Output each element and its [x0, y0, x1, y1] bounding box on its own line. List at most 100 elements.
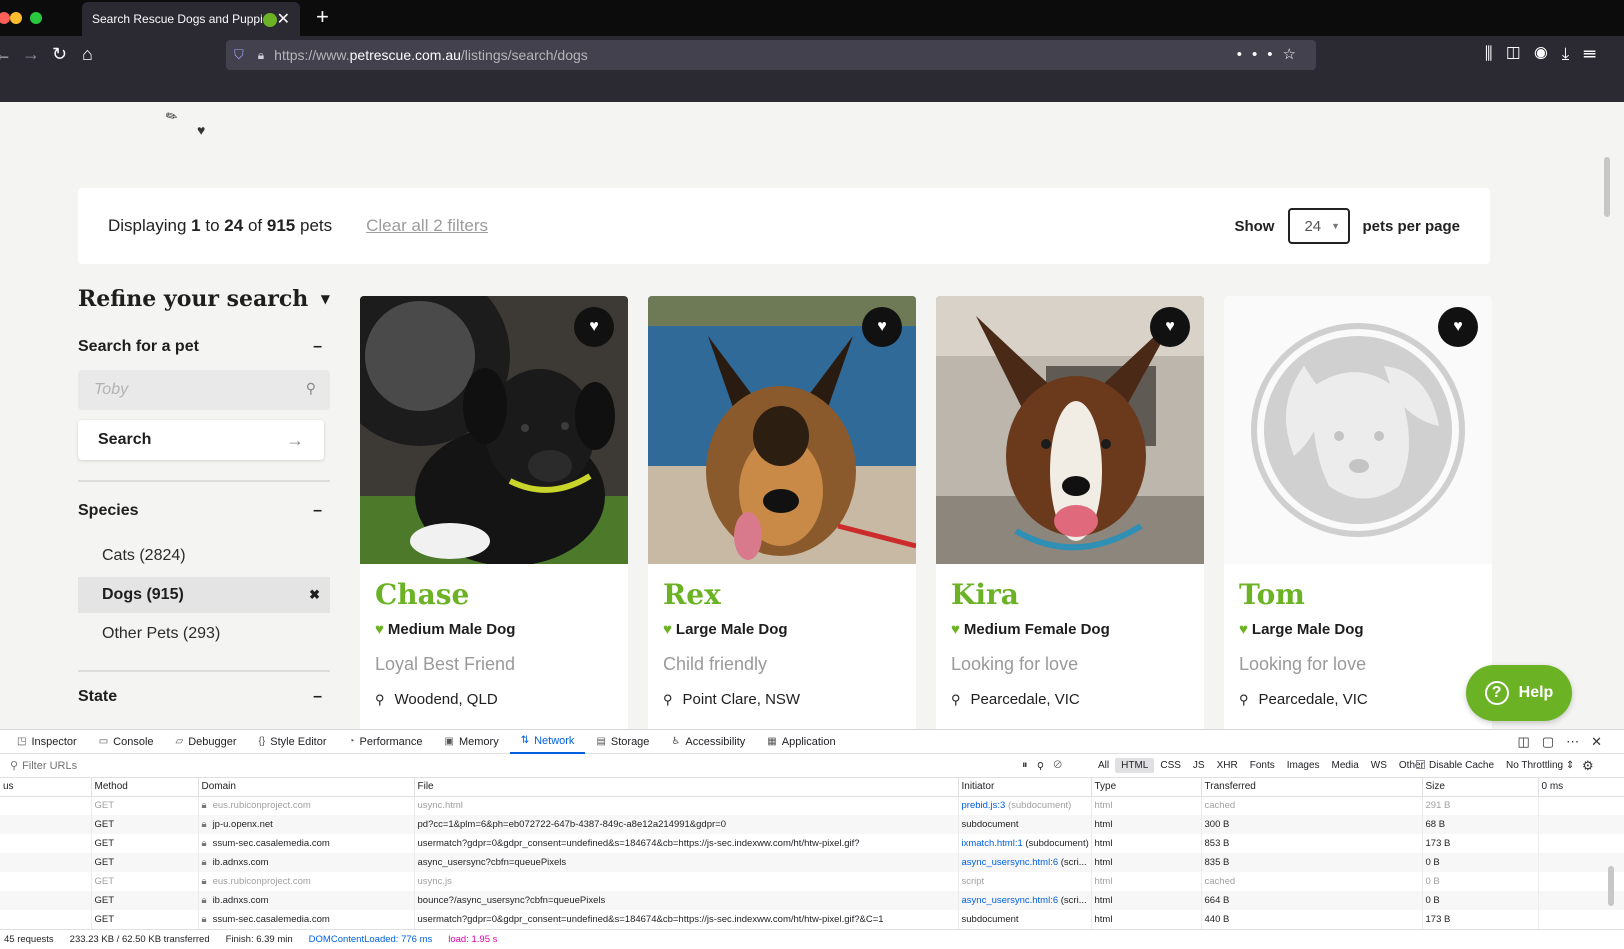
home-icon[interactable]: ⌂	[82, 44, 93, 65]
minimize-window-button[interactable]	[10, 12, 22, 24]
table-row[interactable]: GET 🔒︎ eus.rubiconproject.com usync.html pre…	[0, 796, 1624, 815]
tab-performance[interactable]: ◔ Performance	[337, 730, 433, 754]
new-tab-button[interactable]: +	[316, 4, 329, 30]
pet-card[interactable]: ♥ Tom ♥ Large Male Dog Looking for love ⚲…	[1224, 296, 1492, 729]
initiator-cell[interactable]: async_usersync.html:6 (scri...	[958, 891, 1092, 910]
tab-network[interactable]: ⇅ Network	[509, 730, 586, 754]
pet-photo[interactable]: ♥	[360, 296, 628, 564]
favourite-heart-button[interactable]: ♥	[1438, 307, 1478, 347]
pause-search-clear-icons[interactable]: ⏸⚲⊘	[1022, 759, 1072, 772]
toolbar-icons[interactable]: ⫼◫◉⤓☰	[1485, 44, 1610, 64]
pet-card[interactable]: ♥ Chase ♥ Medium Male Dog Loyal Best Frie…	[360, 296, 628, 729]
pet-photo[interactable]: ♥	[936, 296, 1204, 564]
table-row[interactable]: GET 🔒︎ ssum-sec.casalemedia.com usermatch?g…	[0, 910, 1624, 929]
filter-all[interactable]: All	[1092, 758, 1115, 773]
initiator-cell[interactable]: subdocument	[958, 815, 1092, 834]
back-icon[interactable]: ←	[0, 44, 12, 65]
close-window-button[interactable]	[0, 12, 10, 24]
favourite-heart-button[interactable]: ♥	[862, 307, 902, 347]
page-scrollbar[interactable]	[1590, 102, 1624, 729]
collapse-icon[interactable]: –	[313, 502, 322, 520]
col-size[interactable]: Size	[1422, 778, 1539, 797]
tab-inspector[interactable]: ◳ Inspector	[6, 730, 88, 754]
table-row[interactable]: GET 🔒︎ ssum-sec.casalemedia.com usermatch?g…	[0, 834, 1624, 853]
tab-application[interactable]: ▦ Application	[756, 730, 846, 754]
scrollbar-thumb[interactable]	[1604, 157, 1610, 217]
tab-storage[interactable]: ▤ Storage	[585, 730, 660, 754]
col-type[interactable]: Type	[1091, 778, 1202, 797]
help-button[interactable]: ? Help	[1466, 665, 1572, 721]
species-cats[interactable]: Cats (2824)	[78, 538, 330, 574]
clear-filters-link[interactable]: Clear all 2 filters	[366, 216, 488, 236]
col-method[interactable]: Method	[91, 778, 199, 797]
tab-debugger[interactable]: ▱ Debugger	[165, 730, 248, 754]
initiator-cell[interactable]: script	[958, 872, 1092, 891]
browser-tab-active[interactable]: Search Rescue Dogs and Puppies ✕	[82, 2, 300, 36]
close-tab-icon[interactable]: ✕	[277, 9, 290, 29]
throttling-select[interactable]: No Throttling ⇕	[1506, 760, 1574, 771]
pet-name[interactable]: Rex	[663, 578, 901, 611]
pet-name-search-input[interactable]	[78, 370, 330, 410]
per-page-select[interactable]: 24 ▼	[1288, 208, 1351, 244]
collapse-icon[interactable]: –	[313, 338, 322, 356]
remove-filter-icon[interactable]: ✖	[309, 587, 320, 603]
scrollbar-thumb[interactable]	[1608, 866, 1614, 906]
search-section-header[interactable]: Search for a pet –	[78, 338, 330, 356]
search-button[interactable]: Search →	[78, 420, 324, 460]
col-file[interactable]: File	[414, 778, 959, 797]
species-dogs[interactable]: Dogs (915) ✖	[78, 577, 330, 613]
maximize-window-button[interactable]	[30, 12, 42, 24]
tab-memory[interactable]: ▣ Memory	[434, 730, 510, 754]
filter-images[interactable]: Images	[1281, 758, 1326, 773]
filter-icon[interactable]: ▼	[321, 292, 330, 306]
reload-icon[interactable]: ↻	[52, 44, 67, 65]
pet-photo-placeholder[interactable]: ♥	[1224, 296, 1492, 564]
species-other[interactable]: Other Pets (293)	[78, 616, 330, 652]
species-section-header[interactable]: Species –	[78, 502, 330, 520]
pet-photo[interactable]: ♥	[648, 296, 916, 564]
pet-card[interactable]: ♥ Rex ♥ Large Male Dog Child friendly ⚲ Po…	[648, 296, 916, 729]
page-actions-icons[interactable]: •••☆	[1237, 45, 1306, 63]
url-bar[interactable]: ⛉ 🔒︎ https://www.petrescue.com.au/listin…	[226, 40, 1316, 70]
col-domain[interactable]: Domain	[198, 778, 415, 797]
pet-name[interactable]: Tom	[1239, 578, 1477, 611]
collapse-icon[interactable]: –	[313, 688, 322, 706]
pet-name[interactable]: Kira	[951, 578, 1189, 611]
filter-js[interactable]: JS	[1187, 758, 1211, 773]
tracking-shield-icon[interactable]: ⛉	[234, 47, 244, 63]
pet-card[interactable]: ♥ Kira ♥ Medium Female Dog Looking for lo…	[936, 296, 1204, 729]
devtools-window-controls[interactable]: ◫▢⋯✕	[1518, 734, 1614, 750]
filter-ws[interactable]: WS	[1365, 758, 1393, 773]
pet-name[interactable]: Chase	[375, 578, 613, 611]
table-row[interactable]: GET 🔒︎ jp-u.openx.net pd?cc=1&plm=6&ph=eb07…	[0, 815, 1624, 834]
favourite-heart-button[interactable]: ♥	[574, 307, 614, 347]
table-row[interactable]: GET 🔒︎ eus.rubiconproject.com usync.js scri…	[0, 872, 1624, 891]
filter-css[interactable]: CSS	[1154, 758, 1187, 773]
initiator-cell[interactable]: prebid.js:3 (subdocument)	[958, 796, 1092, 815]
filter-urls-input[interactable]: Filter URLs	[22, 760, 77, 772]
col-initiator[interactable]: Initiator	[958, 778, 1092, 797]
table-row[interactable]: GET 🔒︎ ib.adnxs.com bounce?/async_usersync?…	[0, 891, 1624, 910]
initiator-cell[interactable]: subdocument	[958, 910, 1092, 929]
filter-fonts[interactable]: Fonts	[1244, 758, 1281, 773]
tab-style-editor[interactable]: {} Style Editor	[248, 730, 338, 754]
col-status[interactable]: us	[0, 778, 92, 797]
url-text[interactable]: https://www.petrescue.com.au/listings/se…	[274, 47, 588, 63]
tab-accessibility[interactable]: ♿︎ Accessibility	[660, 730, 756, 754]
filter-html[interactable]: HTML	[1115, 758, 1155, 773]
forward-icon[interactable]: →	[22, 44, 40, 65]
gear-icon[interactable]: ⚙	[1582, 758, 1594, 774]
tab-console[interactable]: ▭ Console	[88, 730, 165, 754]
filter-xhr[interactable]: XHR	[1211, 758, 1244, 773]
col-transferred[interactable]: Transferred	[1201, 778, 1423, 797]
lock-icon[interactable]: 🔒︎	[258, 48, 264, 63]
table-row[interactable]: GET 🔒︎ ib.adnxs.com async_usersync?cbfn=que…	[0, 853, 1624, 872]
col-waterfall[interactable]: 0 ms	[1538, 778, 1624, 797]
filter-media[interactable]: Media	[1326, 758, 1365, 773]
initiator-cell[interactable]: ixmatch.html:1 (subdocument)	[958, 834, 1092, 853]
disable-cache-checkbox[interactable]: Disable Cache	[1416, 760, 1494, 771]
initiator-cell[interactable]: async_usersync.html:6 (scri...	[958, 853, 1092, 872]
favourite-heart-button[interactable]: ♥	[1150, 307, 1190, 347]
state-section-header[interactable]: State –	[78, 688, 330, 706]
devtools-scrollbar[interactable]	[1608, 806, 1614, 906]
